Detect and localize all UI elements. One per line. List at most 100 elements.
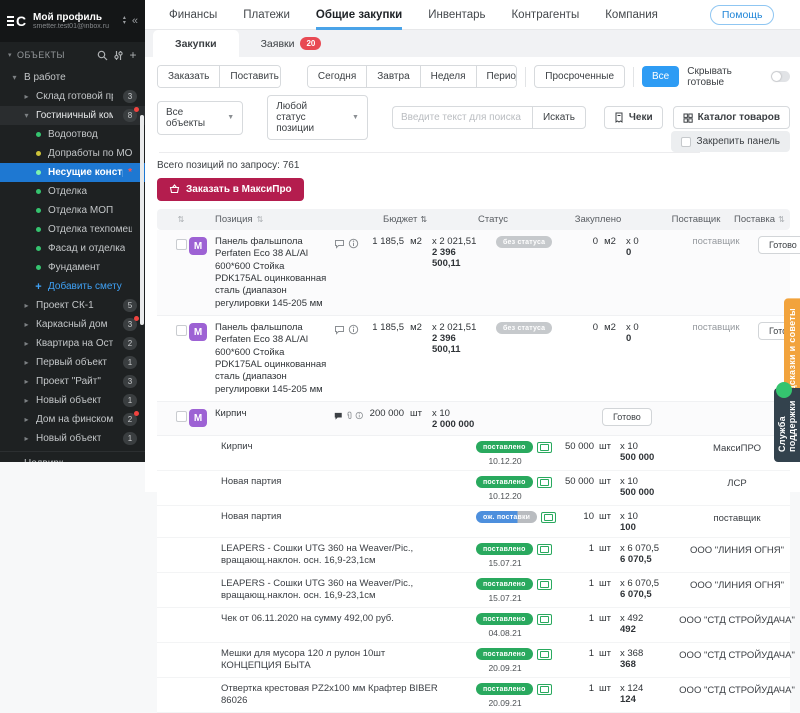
search-icon[interactable] <box>97 50 108 61</box>
sidebar-scrollbar[interactable] <box>140 115 144 325</box>
objects-select[interactable]: Все объекты ▼ <box>157 101 243 135</box>
table-subrow[interactable]: Новая партия ож. поставки 10 шт x <box>157 506 790 538</box>
nav-item[interactable]: Финансы <box>169 0 217 30</box>
paperclip-icon[interactable] <box>346 410 353 421</box>
invoice-icon[interactable] <box>537 684 552 695</box>
row-checkbox[interactable] <box>176 411 187 422</box>
budget-unit: шт <box>404 408 428 419</box>
table-subrow[interactable]: Отвертка крестовая PZ2x100 мм Крафтер BI… <box>157 678 790 713</box>
tomorrow-filter-button[interactable]: Завтра <box>367 66 420 87</box>
checks-button[interactable]: Чеки <box>604 106 663 129</box>
invoice-icon[interactable] <box>537 649 552 660</box>
today-filter-button[interactable]: Сегодня <box>308 66 367 87</box>
purchased-price: x 124 <box>620 683 672 694</box>
comment-filled-icon[interactable] <box>334 411 343 421</box>
status-select[interactable]: Любой статус позиции ▼ <box>267 95 368 140</box>
sidebar-tree-item[interactable]: Новый объект * 1 <box>0 429 145 448</box>
sidebar-tree-item[interactable]: Склад готовой продукции, лг1 * 3 <box>0 87 145 106</box>
profile-switcher-icon[interactable]: ▴▾ <box>123 16 126 26</box>
info-icon[interactable] <box>355 410 364 421</box>
search-input[interactable] <box>392 106 532 129</box>
nav-item[interactable]: Компания <box>605 0 658 30</box>
order-filter-button[interactable]: Заказать <box>158 66 220 87</box>
sidebar-tree-item[interactable]: Допработы по МОП * <box>0 144 145 163</box>
sidebar-tree-item[interactable]: Новый объект * 1 <box>0 391 145 410</box>
sidebar-tree-item[interactable]: Отделка * <box>0 182 145 201</box>
sidebar-tree-item[interactable]: Нодвирк * <box>0 451 145 462</box>
row-checkbox[interactable] <box>176 325 187 336</box>
filter-sliders-icon[interactable] <box>113 50 124 61</box>
period-filter-button[interactable]: Период <box>477 66 518 87</box>
nav-item[interactable]: Контрагенты <box>511 0 579 30</box>
invoice-icon[interactable] <box>537 442 552 453</box>
invoice-icon[interactable] <box>537 579 552 590</box>
sort-icon[interactable]: ⇅ <box>173 215 189 224</box>
sidebar-tree-item[interactable]: Отделка техпомещений * <box>0 220 145 239</box>
all-filter-button[interactable]: Все <box>642 66 679 87</box>
nav-item[interactable]: Общие закупки <box>316 0 402 30</box>
sidebar-tree-item[interactable]: Отделка МОП * <box>0 201 145 220</box>
count-badge: 1 <box>123 432 137 445</box>
nav-item[interactable]: Инвентарь <box>428 0 485 30</box>
invoice-icon[interactable] <box>537 614 552 625</box>
delivery-done-button[interactable]: Готово <box>602 408 652 426</box>
help-button[interactable]: Помощь <box>710 5 775 25</box>
table-row[interactable]: М Кирпич <box>157 402 790 436</box>
table-subrow[interactable]: Кирпич поставлено 10.12.20 50 000 шт <box>157 436 790 471</box>
budget-qty: 1 185,5 <box>364 322 404 333</box>
row-checkbox[interactable] <box>176 239 187 250</box>
sidebar-tree-item[interactable]: Несущие конструкции * <box>0 163 145 182</box>
sort-icon[interactable]: ⇅ <box>257 215 264 224</box>
sidebar-tree-item[interactable]: Квартира на Остоженке * 2 <box>0 334 145 353</box>
order-maxipro-button[interactable]: Заказать в МаксиПро <box>157 178 304 201</box>
tab-purchases[interactable]: Закупки <box>153 30 239 57</box>
table-subrow[interactable]: Мешки для мусора 120 л рулон 10шт КОНЦЕП… <box>157 643 790 678</box>
sidebar-tree-item[interactable]: Фундамент * <box>0 258 145 277</box>
tree-item-label: Квартира на Остоженке <box>36 338 113 349</box>
invoice-icon[interactable] <box>537 477 552 488</box>
add-object-icon[interactable]: + <box>129 48 137 62</box>
sidebar-tree-item[interactable]: Проект "Райт" * 3 <box>0 372 145 391</box>
sidebar-tree-item[interactable]: Каркасный дом * 3 <box>0 315 145 334</box>
delivery-done-button[interactable]: Готово <box>758 236 800 254</box>
collapse-sidebar-icon[interactable]: « <box>132 15 138 27</box>
sidebar-tree-item[interactable]: Гостиничный комплекс * 8 <box>0 106 145 125</box>
info-icon[interactable] <box>348 324 359 335</box>
profile-block[interactable]: C Мой профиль smetter.test01@inbox.ru ▴▾… <box>0 0 145 42</box>
budget-sort-icon[interactable]: ⇅ <box>420 215 427 224</box>
hide-ready-toggle[interactable] <box>771 71 790 82</box>
search-button[interactable]: Искать <box>532 106 586 129</box>
nav-item[interactable]: Платежи <box>243 0 290 30</box>
sidebar-tree-item[interactable]: Проект СК-1 * 5 <box>0 296 145 315</box>
table-subrow[interactable]: Новая партия поставлено 10.12.20 50 000 … <box>157 471 790 506</box>
table-subrow[interactable]: LEAPERS - Сошки UTG 360 на Weaver/Pic., … <box>157 573 790 608</box>
section-chevron-icon[interactable]: ▾ <box>8 51 12 59</box>
status-badge: поставлено <box>476 648 533 660</box>
comment-icon[interactable] <box>334 325 345 335</box>
content-panel: Заказать Поставить Сегодня Завтра Неделя… <box>145 57 800 492</box>
pin-panel-button[interactable]: Закрепить панель <box>671 131 790 152</box>
table-subrow[interactable]: LEAPERS - Сошки UTG 360 на Weaver/Pic., … <box>157 538 790 573</box>
invoice-icon[interactable] <box>537 544 552 555</box>
supply-filter-button[interactable]: Поставить <box>220 66 281 87</box>
comment-icon[interactable] <box>334 239 345 249</box>
sidebar-tree-item[interactable]: Дом на финском заливе * 2 <box>0 410 145 429</box>
tab-requests[interactable]: Заявки 20 <box>239 30 344 57</box>
supplier-name: ЛСР <box>672 476 800 490</box>
support-side-tab[interactable]: Служба поддержки <box>774 388 800 462</box>
overdue-filter-button[interactable]: Просроченные <box>534 65 625 88</box>
table-row[interactable]: М Панель фальшпола Perfaten Eco 38 AL/Al… <box>157 316 790 402</box>
sidebar-tree-item[interactable]: Фасад и отделка * <box>0 239 145 258</box>
pin-panel-checkbox[interactable] <box>681 137 691 147</box>
table-subrow[interactable]: Чек от 06.11.2020 на сумму 492,00 руб. п… <box>157 608 790 643</box>
tree-item-icon <box>10 73 19 82</box>
sidebar-tree-item[interactable]: В работе * <box>0 68 145 87</box>
info-icon[interactable] <box>348 238 359 249</box>
week-filter-button[interactable]: Неделя <box>421 66 477 87</box>
sidebar-tree-item[interactable]: Водоотвод * <box>0 125 145 144</box>
sort-icon[interactable]: ⇅ <box>778 215 785 224</box>
catalog-button[interactable]: Каталог товаров <box>673 106 790 129</box>
sidebar-tree-item[interactable]: Добавить смету * <box>0 277 145 296</box>
table-row[interactable]: М Панель фальшпола Perfaten Eco 38 AL/Al… <box>157 230 790 316</box>
sidebar-tree-item[interactable]: Первый объект * 1 <box>0 353 145 372</box>
